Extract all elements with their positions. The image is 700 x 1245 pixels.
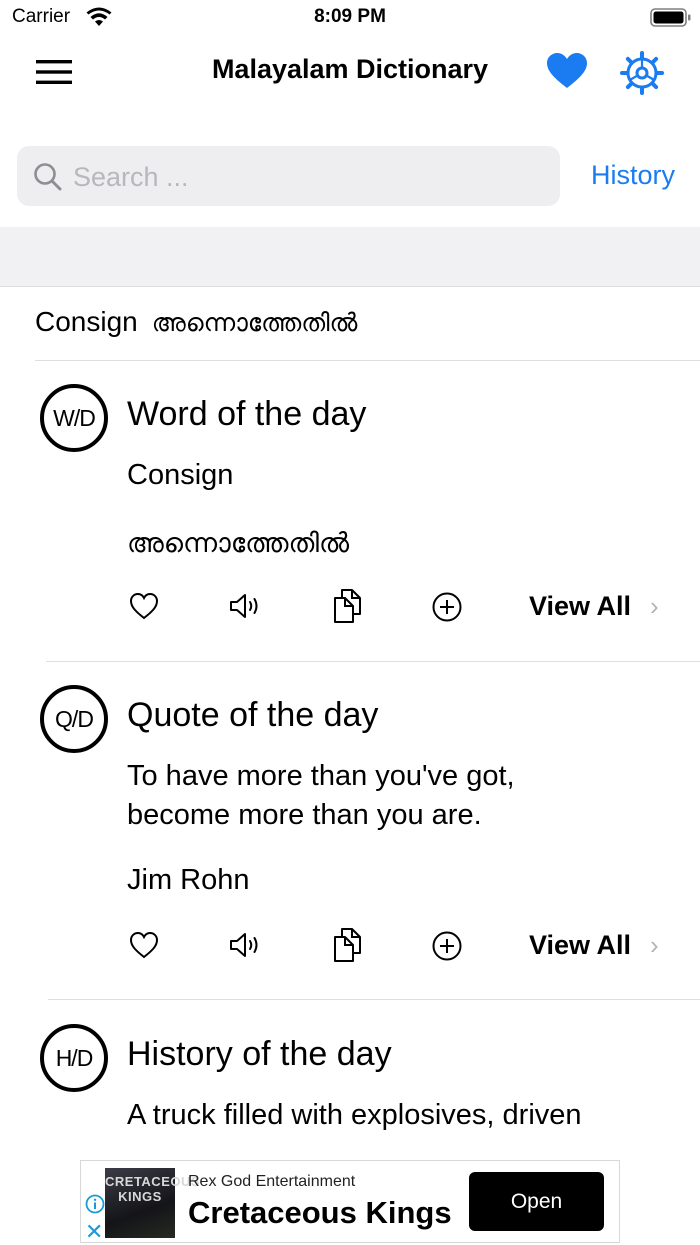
- word-of-day-badge: W/D: [40, 384, 108, 452]
- chevron-right-icon: ›: [650, 591, 659, 621]
- speaker-icon[interactable]: [229, 592, 263, 620]
- card-title: Word of the day: [127, 395, 367, 433]
- heart-icon[interactable]: [546, 52, 588, 90]
- ad-app-image: CRETACEOUS KINGS: [105, 1168, 201, 1238]
- heart-outline-icon[interactable]: [129, 592, 159, 620]
- quote-of-day-badge: Q/D: [40, 685, 108, 753]
- recent-word-english: Consign: [35, 306, 138, 337]
- add-circle-icon[interactable]: [432, 931, 462, 961]
- chevron-right-icon: ›: [650, 930, 659, 960]
- copy-icon[interactable]: [332, 588, 364, 624]
- recent-word-row[interactable]: Consign അന്നൊത്തേതിൽ: [35, 306, 357, 338]
- add-circle-icon[interactable]: [432, 592, 462, 622]
- card-title: History of the day: [127, 1035, 392, 1073]
- card-title: Quote of the day: [127, 696, 379, 734]
- card-history-text: A truck filled with explosives, driven: [127, 1099, 582, 1131]
- divider: [46, 661, 700, 662]
- gear-icon[interactable]: [620, 51, 664, 95]
- ad-advertiser: Rex God Entertainment: [188, 1173, 356, 1190]
- search-input[interactable]: [71, 156, 545, 198]
- status-time: 8:09 PM: [314, 6, 386, 27]
- ad-app-image-text: CRETACEOUS KINGS: [105, 1174, 201, 1204]
- info-icon[interactable]: [85, 1194, 105, 1214]
- card-word-malayalam: അന്നൊത്തേതിൽ: [127, 528, 350, 558]
- history-button[interactable]: History: [591, 160, 675, 191]
- history-of-day-badge: H/D: [40, 1024, 108, 1092]
- view-all-button[interactable]: View All: [529, 930, 631, 961]
- recent-word-malayalam: അന്നൊത്തേതിൽ: [151, 309, 358, 337]
- speaker-icon[interactable]: [229, 931, 263, 959]
- section-band: [0, 227, 700, 287]
- view-all-button[interactable]: View All: [529, 591, 631, 622]
- page-title: Malayalam Dictionary: [211, 54, 489, 84]
- search-bar[interactable]: [17, 146, 560, 206]
- card-history-clip: A truck filled with explosives, driven: [127, 1096, 687, 1146]
- battery-icon: [650, 8, 691, 27]
- card-author: Jim Rohn: [127, 864, 250, 896]
- divider: [35, 360, 700, 361]
- ad-title: Cretaceous Kings: [188, 1195, 452, 1230]
- copy-icon[interactable]: [332, 927, 364, 963]
- ad-open-button[interactable]: Open: [469, 1172, 604, 1231]
- card-quote: To have more than you've got, become mor…: [127, 760, 515, 831]
- search-icon: [34, 163, 62, 191]
- divider: [48, 999, 700, 1000]
- close-icon[interactable]: ✕: [85, 1219, 103, 1245]
- heart-outline-icon[interactable]: [129, 931, 159, 959]
- card-word: Consign: [127, 459, 234, 491]
- ad-banner[interactable]: ✕ CRETACEOUS KINGS Rex God Entertainment…: [80, 1160, 620, 1245]
